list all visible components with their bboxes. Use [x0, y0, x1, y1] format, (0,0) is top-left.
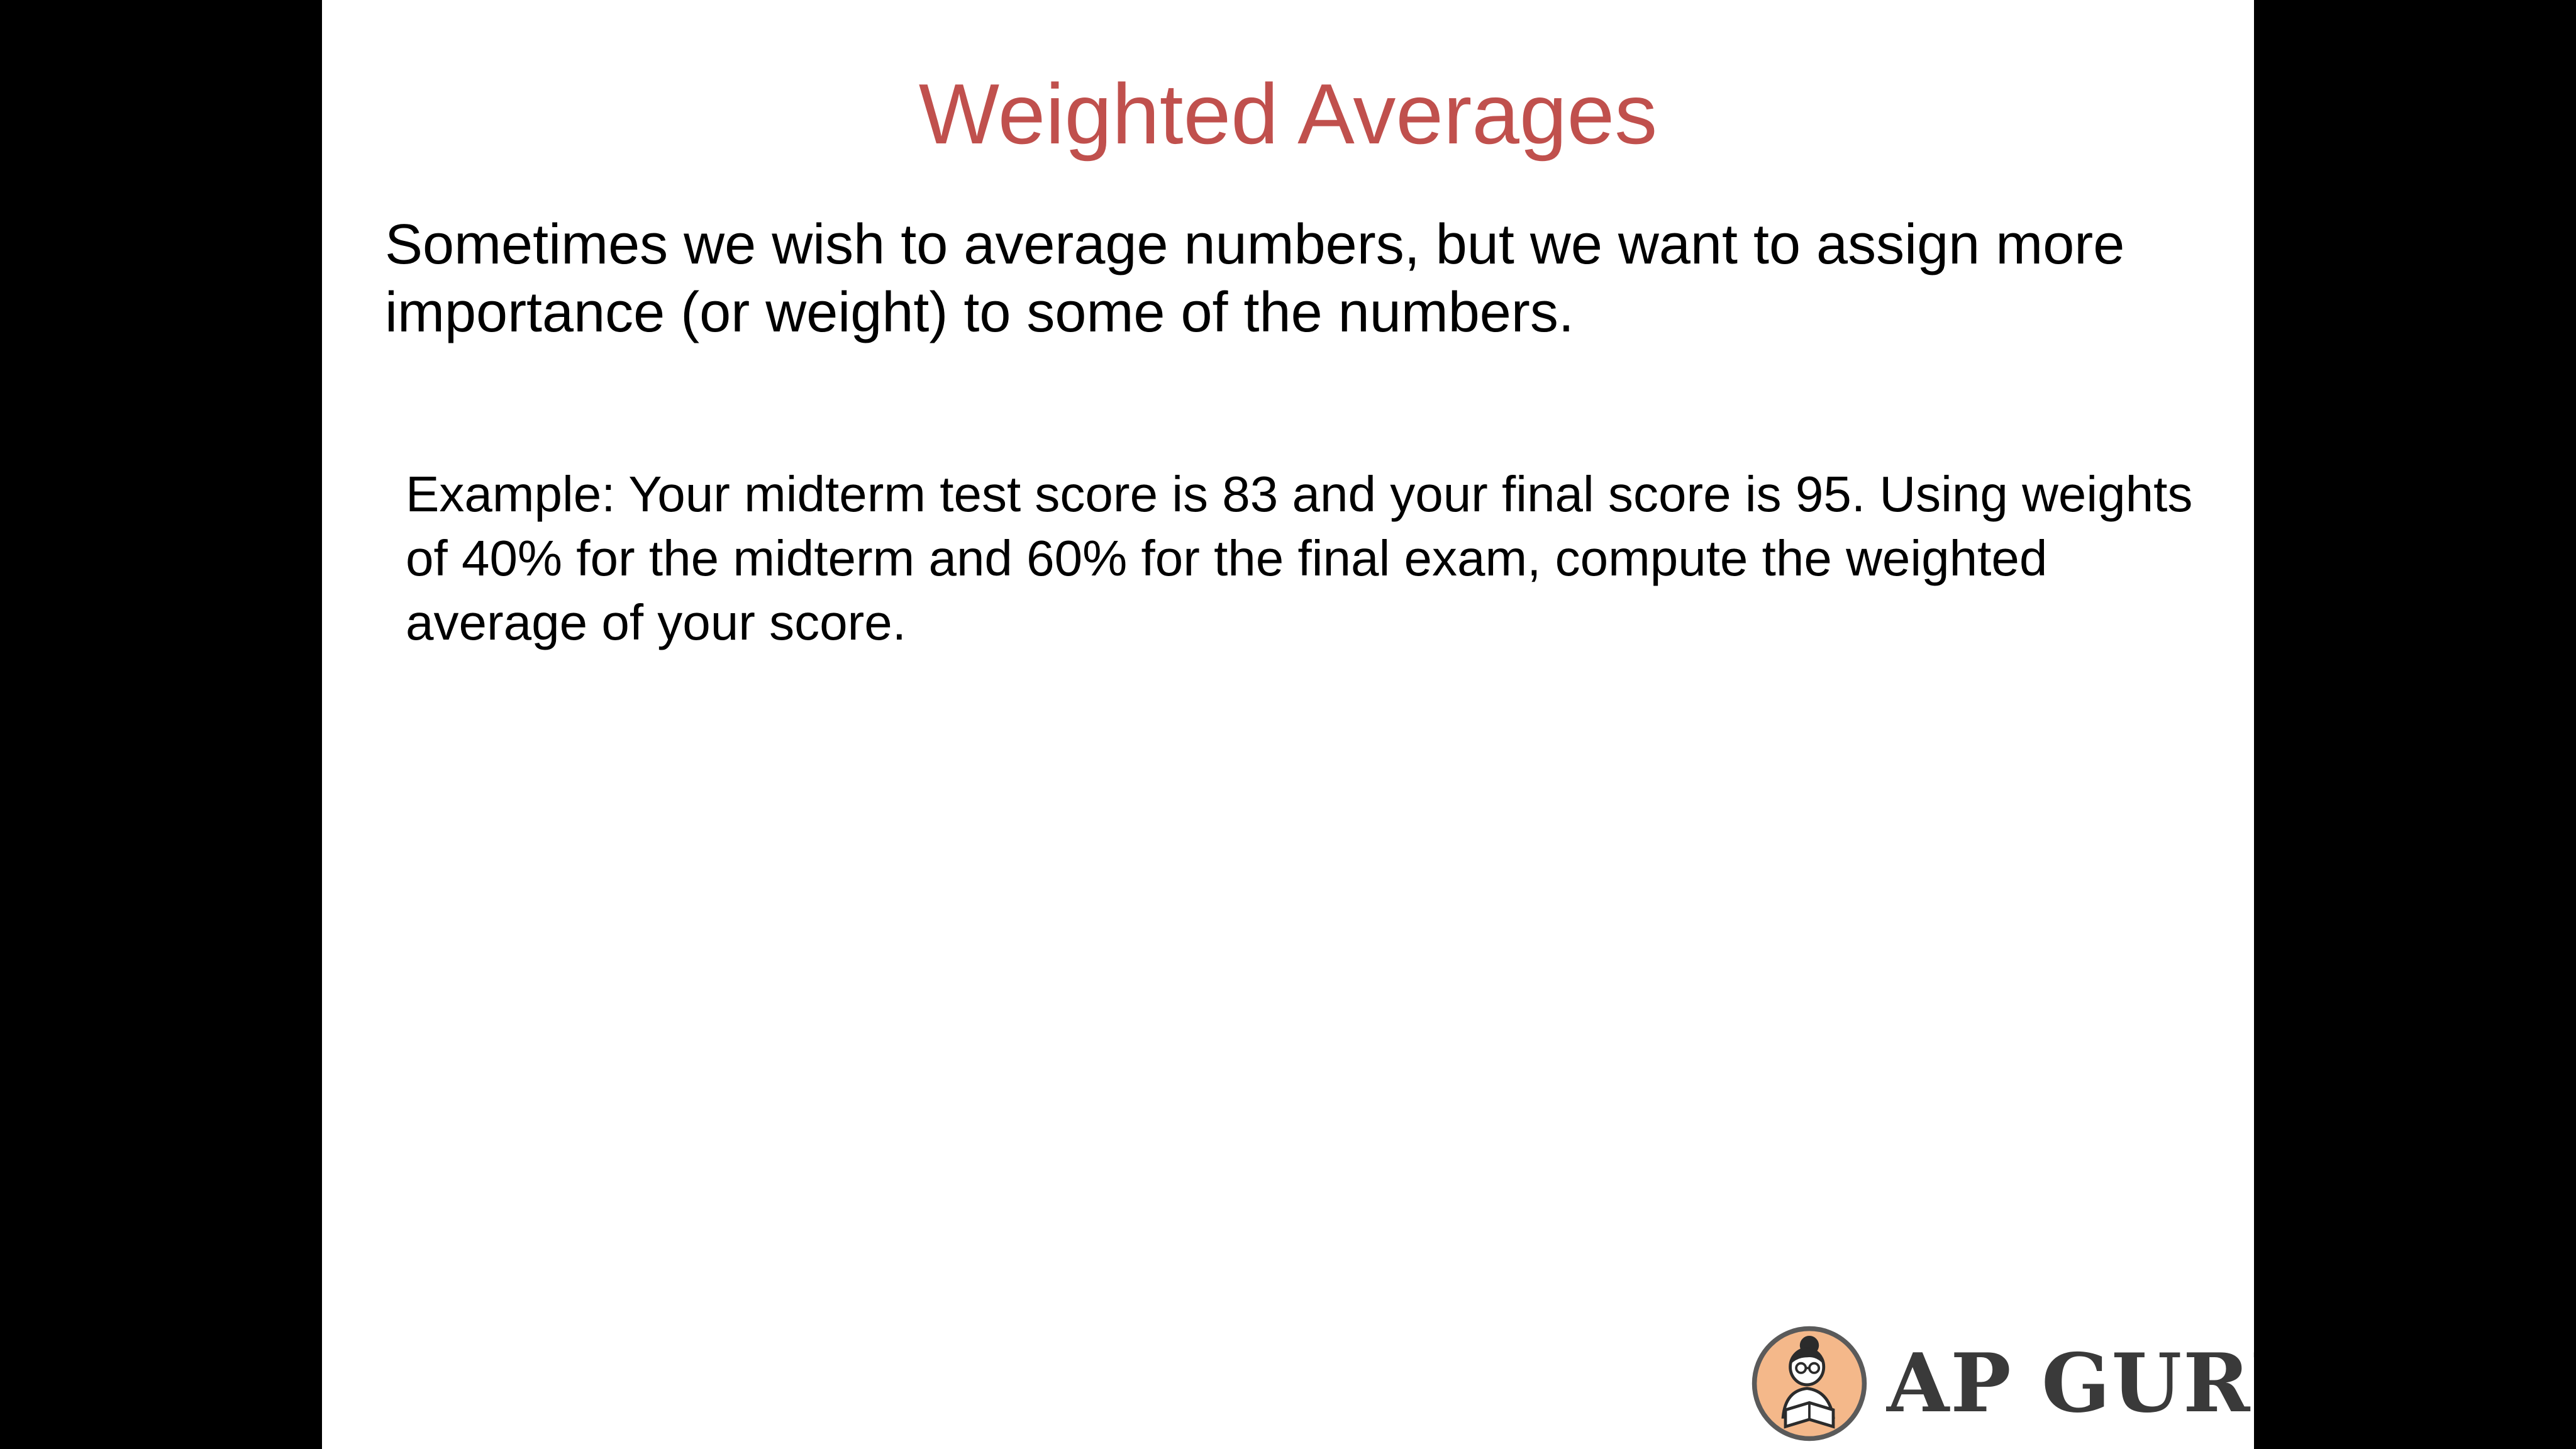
example-text: Example: Your midterm test score is 83 a…	[406, 466, 2193, 650]
intro-text: Sometimes we wish to average numbers, bu…	[385, 213, 2125, 344]
reader-avatar-icon	[1752, 1326, 1867, 1441]
presentation-frame: Weighted Averages Sometimes we wish to a…	[0, 0, 2576, 1449]
brand-name: AP GURU	[1887, 1336, 2254, 1431]
brand-logo-group: AP GURU	[1750, 1321, 2254, 1446]
slide-title: Weighted Averages	[918, 66, 1658, 162]
slide: Weighted Averages Sometimes we wish to a…	[322, 0, 2254, 1449]
